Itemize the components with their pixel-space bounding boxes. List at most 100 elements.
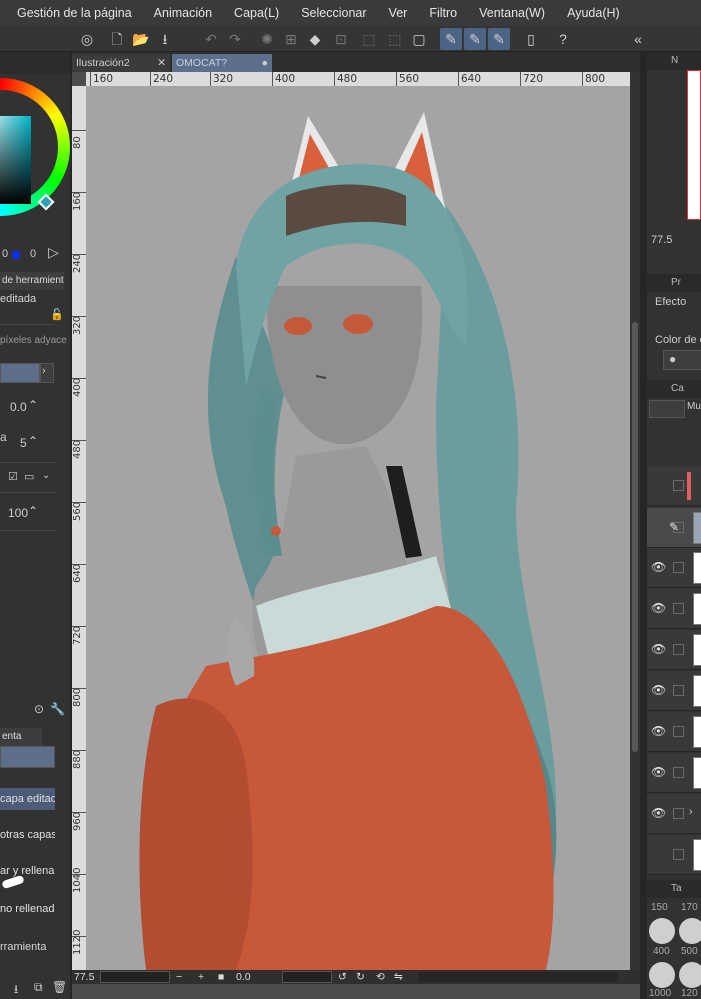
stepper-c-icon[interactable]: ⌃ [28, 504, 38, 518]
layer-checkbox[interactable] [673, 767, 684, 778]
color-panel-tabs[interactable] [0, 52, 70, 74]
zoom-out-icon[interactable]: − [176, 970, 182, 984]
reset-rotation-icon[interactable]: ⟲ [376, 970, 385, 984]
option-edited-layer[interactable]: capa editada [0, 788, 55, 810]
unsaved-dot-icon[interactable]: ● [262, 54, 268, 72]
collapse-left-icon[interactable]: « [630, 28, 646, 50]
trash-icon[interactable]: 🗑 [52, 980, 67, 994]
layer-thumbnail[interactable] [693, 634, 701, 666]
tab-omocat[interactable]: OMOCAT? ● [172, 54, 272, 72]
checkbox-icon[interactable]: ☑ [8, 470, 18, 483]
navigator-zoom[interactable]: 77.5 [651, 234, 672, 246]
rotation-value[interactable]: 0.0 [236, 970, 251, 984]
selection-border-icon[interactable]: ▢ [408, 28, 430, 50]
segmented-control[interactable] [0, 363, 40, 383]
layer-row-selected[interactable]: ✎ [647, 508, 701, 548]
layer-checkbox[interactable] [673, 562, 684, 573]
invert-selection-icon[interactable]: ⬚ [384, 28, 406, 50]
layer-thumbnail[interactable] [693, 839, 701, 871]
layer-row[interactable] [647, 835, 701, 875]
value-a[interactable]: 0.0 [10, 400, 27, 414]
zoom-in-icon[interactable]: + [198, 970, 204, 984]
layer-thumbnail[interactable] [693, 512, 701, 544]
flip-icon[interactable]: ⇋ [394, 970, 403, 984]
stepper-b-icon[interactable]: ⌃ [28, 434, 38, 448]
wrench-icon[interactable]: 🔧 [50, 702, 65, 716]
value-b[interactable]: 5 [20, 436, 27, 450]
layer-row[interactable]: 👁 [647, 753, 701, 793]
clear-icon[interactable]: ⊞ [280, 28, 302, 50]
zoom-slider[interactable] [100, 971, 170, 983]
subtool-tab[interactable]: enta [0, 728, 42, 746]
layer-row[interactable]: 👁 › [647, 794, 701, 834]
fill-icon[interactable]: ◆ [304, 28, 326, 50]
layer-thumbnail[interactable] [693, 552, 701, 584]
eye-icon[interactable]: 👁 [651, 806, 666, 820]
reset-icon[interactable]: ⊙ [34, 702, 44, 716]
pen-stabilize-icon[interactable]: ✎ [440, 28, 462, 50]
menu-select[interactable]: Seleccionar [290, 0, 377, 26]
layer-thumbnail[interactable] [693, 593, 701, 625]
layer-row[interactable]: 👁 [647, 548, 701, 588]
layer-checkbox[interactable] [673, 849, 684, 860]
pen-stabilize-2-icon[interactable]: ✎ [464, 28, 486, 50]
brush-size-chip[interactable] [649, 918, 675, 944]
brush-size-chip[interactable] [649, 962, 675, 988]
eye-icon[interactable]: 👁 [651, 724, 666, 738]
undo-icon[interactable]: ↶ [200, 28, 222, 50]
stop-icon[interactable]: ■ [218, 970, 224, 984]
transform-icon[interactable]: ⊡ [330, 28, 352, 50]
navigator-preview[interactable] [687, 70, 701, 220]
layer-checkbox[interactable] [673, 644, 684, 655]
new-file-icon[interactable]: 🗋 [106, 28, 128, 50]
import-icon[interactable]: ⭳ [14, 980, 18, 999]
brush-size-chip[interactable] [679, 962, 701, 988]
menu-animation[interactable]: Animación [143, 0, 223, 26]
layer-row[interactable]: 👁 [647, 671, 701, 711]
menu-layer[interactable]: Capa(L) [223, 0, 290, 26]
eye-icon[interactable]: 👁 [651, 601, 666, 615]
duplicate-icon[interactable]: ⧉ [34, 980, 43, 995]
brush-size-chip[interactable] [679, 918, 701, 944]
spinner-icon[interactable]: ✺ [256, 28, 278, 50]
eye-icon[interactable]: 👁 [651, 683, 666, 697]
layer-row[interactable]: 👁 [647, 630, 701, 670]
layer-thumbnail[interactable] [693, 675, 701, 707]
menu-page[interactable]: Gestión de la página [0, 0, 143, 26]
layer-checkbox[interactable] [673, 685, 684, 696]
layer-checkbox[interactable] [673, 603, 684, 614]
eye-icon[interactable]: 👁 [651, 765, 666, 779]
tab-ilustracion2[interactable]: Ilustración2 ✕ [72, 54, 170, 72]
logo-icon[interactable]: ◎ [76, 28, 98, 50]
target-selector[interactable] [0, 746, 55, 768]
rotate-right-icon[interactable]: ↻ [356, 970, 365, 984]
save-icon[interactable]: ⭳ [154, 28, 176, 50]
color-saturation-square[interactable] [0, 116, 31, 204]
rotation-slider[interactable] [282, 971, 332, 983]
layer-checkbox[interactable] [673, 726, 684, 737]
eye-icon[interactable]: 👁 [651, 642, 666, 656]
chevron-right-icon[interactable]: › [689, 806, 693, 818]
menu-help[interactable]: Ayuda(H) [556, 0, 631, 26]
deselect-icon[interactable]: ⬚ [358, 28, 380, 50]
layer-row[interactable] [647, 466, 701, 506]
drawing-canvas[interactable] [86, 86, 630, 970]
canvas-horizontal-scrollbar[interactable] [418, 972, 618, 982]
folder-icon[interactable]: ▭ [24, 470, 34, 483]
pen-stabilize-3-icon[interactable]: ✎ [488, 28, 510, 50]
layer-checkbox[interactable] [673, 480, 684, 491]
blend-mode-select[interactable] [649, 400, 685, 418]
value-c[interactable]: 100 [8, 506, 28, 520]
menu-view[interactable]: Ver [378, 0, 419, 26]
open-folder-icon[interactable]: 📂 [130, 28, 152, 50]
option-other-layers[interactable]: otras capas [0, 824, 55, 846]
zoom-value[interactable]: 77.5 [74, 970, 94, 984]
close-icon[interactable]: ✕ [157, 54, 166, 72]
play-icon[interactable]: ▷ [48, 244, 59, 261]
help-icon[interactable]: ? [552, 28, 574, 50]
layer-row[interactable]: 👁 [647, 712, 701, 752]
menu-window[interactable]: Ventana(W) [468, 0, 556, 26]
canvas-vertical-scrollbar[interactable] [630, 72, 640, 970]
lock-icon[interactable]: 🔓 [50, 308, 64, 321]
right-panel-divider[interactable] [640, 52, 647, 999]
